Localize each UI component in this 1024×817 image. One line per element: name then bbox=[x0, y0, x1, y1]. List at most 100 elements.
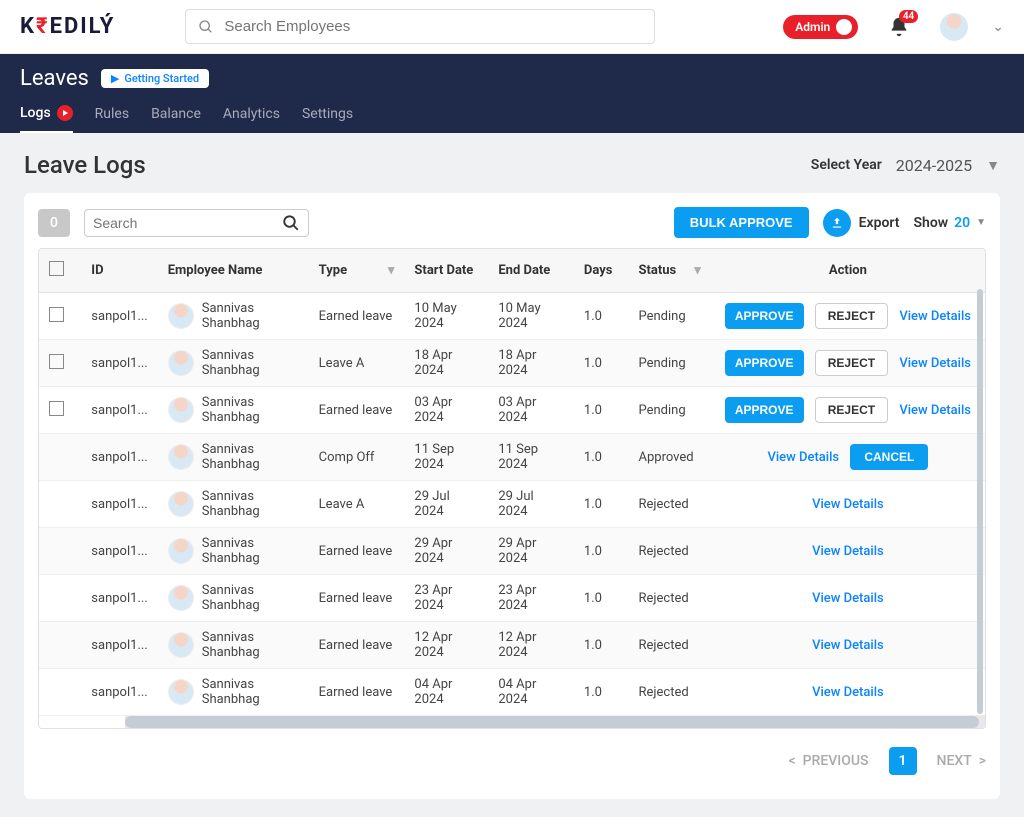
user-avatar[interactable] bbox=[940, 13, 968, 41]
cell-action: APPROVE REJECT View Details bbox=[711, 293, 985, 340]
bulk-approve-button[interactable]: BULK APPROVE bbox=[674, 207, 809, 238]
tab-label: Balance bbox=[151, 106, 201, 122]
header-days[interactable]: Days bbox=[574, 249, 629, 293]
notifications-button[interactable]: 44 bbox=[888, 16, 910, 38]
cell-type: Leave A bbox=[309, 481, 405, 528]
avatar bbox=[168, 538, 194, 564]
header-status[interactable]: Status▾ bbox=[628, 249, 710, 293]
row-checkbox[interactable] bbox=[39, 387, 81, 434]
cell-employee: Sannivas Shanbhag bbox=[158, 387, 309, 434]
play-triangle-icon: ▶ bbox=[111, 72, 119, 85]
row-checkbox[interactable] bbox=[39, 340, 81, 387]
header-start[interactable]: Start Date bbox=[404, 249, 488, 293]
view-details-link[interactable]: View Details bbox=[812, 591, 884, 606]
view-details-link[interactable]: View Details bbox=[899, 403, 971, 418]
cell-action: View Details bbox=[711, 669, 985, 716]
header-checkbox[interactable] bbox=[39, 249, 81, 293]
cell-id: sanpol1... bbox=[81, 387, 157, 434]
avatar bbox=[168, 632, 194, 658]
cell-employee: Sannivas Shanbhag bbox=[158, 575, 309, 622]
cell-days: 1.0 bbox=[574, 669, 629, 716]
brand-logo[interactable]: K₹EDILÝ bbox=[20, 14, 115, 39]
table-row: sanpol1... Sannivas Shanbhag Earned leav… bbox=[39, 528, 985, 575]
notification-count: 44 bbox=[899, 10, 918, 23]
upload-icon bbox=[823, 209, 851, 237]
reject-button[interactable]: REJECT bbox=[815, 303, 888, 329]
vertical-scrollbar[interactable] bbox=[977, 289, 983, 714]
cell-id: sanpol1... bbox=[81, 293, 157, 340]
tab-rules[interactable]: Rules bbox=[95, 97, 129, 133]
cell-action: APPROVE REJECT View Details bbox=[711, 387, 985, 434]
header-type[interactable]: Type▾ bbox=[309, 249, 405, 293]
global-search-input[interactable] bbox=[224, 18, 642, 35]
tab-settings[interactable]: Settings bbox=[302, 97, 353, 133]
approve-button[interactable]: APPROVE bbox=[725, 350, 804, 376]
header-employee[interactable]: Employee Name bbox=[158, 249, 309, 293]
cell-start: 29 Apr 2024 bbox=[404, 528, 488, 575]
cell-id: sanpol1... bbox=[81, 669, 157, 716]
view-details-link[interactable]: View Details bbox=[899, 309, 971, 324]
view-details-link[interactable]: View Details bbox=[812, 544, 884, 559]
cell-days: 1.0 bbox=[574, 434, 629, 481]
search-icon bbox=[198, 19, 214, 35]
view-details-link[interactable]: View Details bbox=[812, 685, 884, 700]
chevron-down-icon: ▼ bbox=[976, 217, 986, 228]
row-checkbox[interactable] bbox=[39, 293, 81, 340]
approve-button[interactable]: APPROVE bbox=[725, 303, 804, 329]
checkbox-icon bbox=[49, 354, 64, 369]
view-details-link[interactable]: View Details bbox=[899, 356, 971, 371]
header-end[interactable]: End Date bbox=[488, 249, 574, 293]
table-search-input[interactable] bbox=[93, 215, 273, 231]
search-icon bbox=[282, 214, 300, 232]
view-details-link[interactable]: View Details bbox=[812, 497, 884, 512]
tab-analytics[interactable]: Analytics bbox=[223, 97, 280, 133]
year-label: Select Year bbox=[811, 157, 882, 173]
year-selector[interactable]: Select Year 2024-2025 ▼ bbox=[811, 156, 1000, 175]
filter-icon[interactable]: ▾ bbox=[388, 263, 395, 278]
table-row: sanpol1... Sannivas Shanbhag Earned leav… bbox=[39, 622, 985, 669]
cell-start: 04 Apr 2024 bbox=[404, 669, 488, 716]
reject-button[interactable]: REJECT bbox=[815, 350, 888, 376]
cell-id: sanpol1... bbox=[81, 340, 157, 387]
cell-type: Earned leave bbox=[309, 528, 405, 575]
tab-logs[interactable]: Logs bbox=[20, 97, 73, 133]
cell-days: 1.0 bbox=[574, 340, 629, 387]
leave-logs-table: ID Employee Name Type▾ Start Date End Da… bbox=[39, 249, 985, 716]
approve-button[interactable]: APPROVE bbox=[725, 397, 804, 423]
user-menu-chevron-icon[interactable]: ⌄ bbox=[992, 19, 1004, 35]
cell-status: Rejected bbox=[628, 669, 710, 716]
tab-label: Analytics bbox=[223, 106, 280, 122]
getting-started-button[interactable]: ▶ Getting Started bbox=[101, 69, 209, 88]
table-row: sanpol1... Sannivas Shanbhag Earned leav… bbox=[39, 669, 985, 716]
tab-balance[interactable]: Balance bbox=[151, 97, 201, 133]
previous-button[interactable]: < PREVIOUS bbox=[789, 753, 869, 769]
admin-badge[interactable]: Admin bbox=[783, 15, 858, 39]
view-details-link[interactable]: View Details bbox=[767, 450, 839, 465]
filter-icon[interactable]: ▾ bbox=[694, 263, 701, 278]
page-current[interactable]: 1 bbox=[889, 747, 917, 775]
cell-type: Earned leave bbox=[309, 622, 405, 669]
avatar bbox=[168, 444, 194, 470]
horizontal-scrollbar[interactable] bbox=[39, 716, 985, 728]
table-search[interactable] bbox=[84, 209, 309, 237]
next-button[interactable]: NEXT > bbox=[937, 753, 986, 769]
export-button[interactable]: Export bbox=[823, 209, 900, 237]
cell-type: Earned leave bbox=[309, 575, 405, 622]
cell-type: Earned leave bbox=[309, 669, 405, 716]
selected-count: 0 bbox=[38, 209, 70, 237]
cell-type: Comp Off bbox=[309, 434, 405, 481]
cell-start: 12 Apr 2024 bbox=[404, 622, 488, 669]
cell-status: Pending bbox=[628, 387, 710, 434]
reject-button[interactable]: REJECT bbox=[815, 397, 888, 423]
show-selector[interactable]: Show 20 ▼ bbox=[913, 215, 986, 231]
view-details-link[interactable]: View Details bbox=[812, 638, 884, 653]
table-row: sanpol1... Sannivas Shanbhag Earned leav… bbox=[39, 293, 985, 340]
avatar bbox=[168, 303, 194, 329]
nav-tabs: Logs Rules Balance Analytics Settings bbox=[20, 97, 1004, 133]
cell-type: Leave A bbox=[309, 340, 405, 387]
header-id[interactable]: ID bbox=[81, 249, 157, 293]
cell-end: 11 Sep 2024 bbox=[488, 434, 574, 481]
global-search[interactable] bbox=[185, 9, 655, 44]
row-checkbox-empty bbox=[39, 575, 81, 622]
cancel-button[interactable]: CANCEL bbox=[850, 444, 928, 470]
